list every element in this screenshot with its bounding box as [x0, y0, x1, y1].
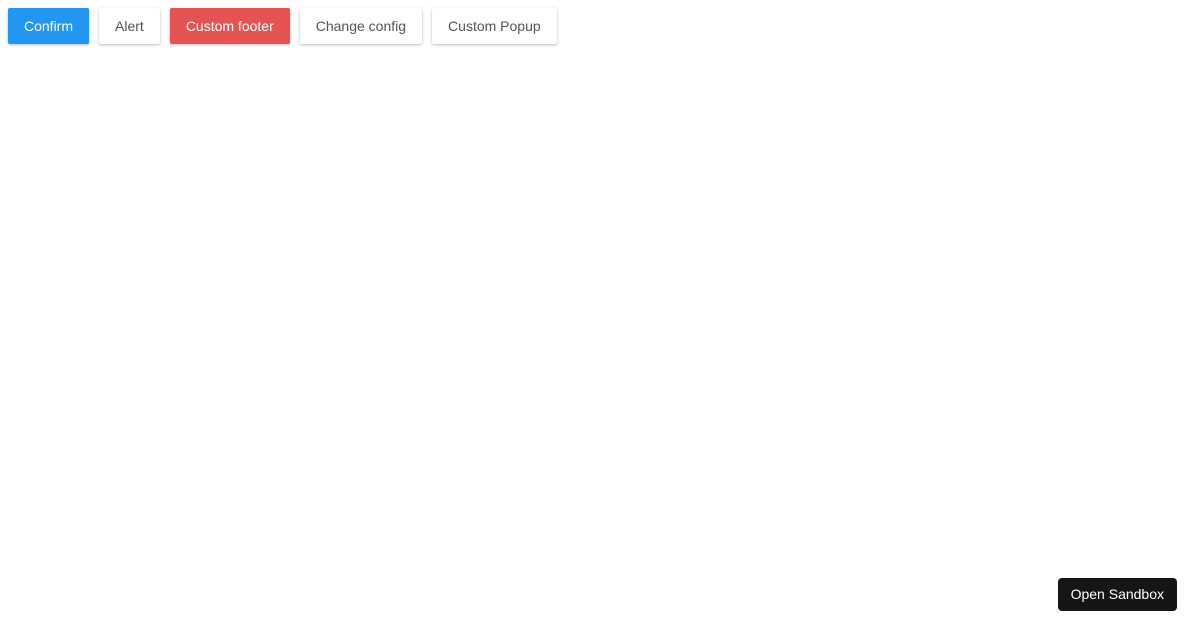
custom-footer-button[interactable]: Custom footer [169, 8, 290, 44]
custom-popup-button[interactable]: Custom Popup [432, 8, 557, 44]
open-sandbox-button[interactable]: Open Sandbox [1057, 578, 1177, 611]
change-config-button[interactable]: Change config [299, 8, 423, 44]
button-toolbar: Confirm Alert Custom footer Change confi… [8, 8, 557, 44]
confirm-button[interactable]: Confirm [8, 8, 90, 44]
alert-button[interactable]: Alert [99, 8, 160, 44]
